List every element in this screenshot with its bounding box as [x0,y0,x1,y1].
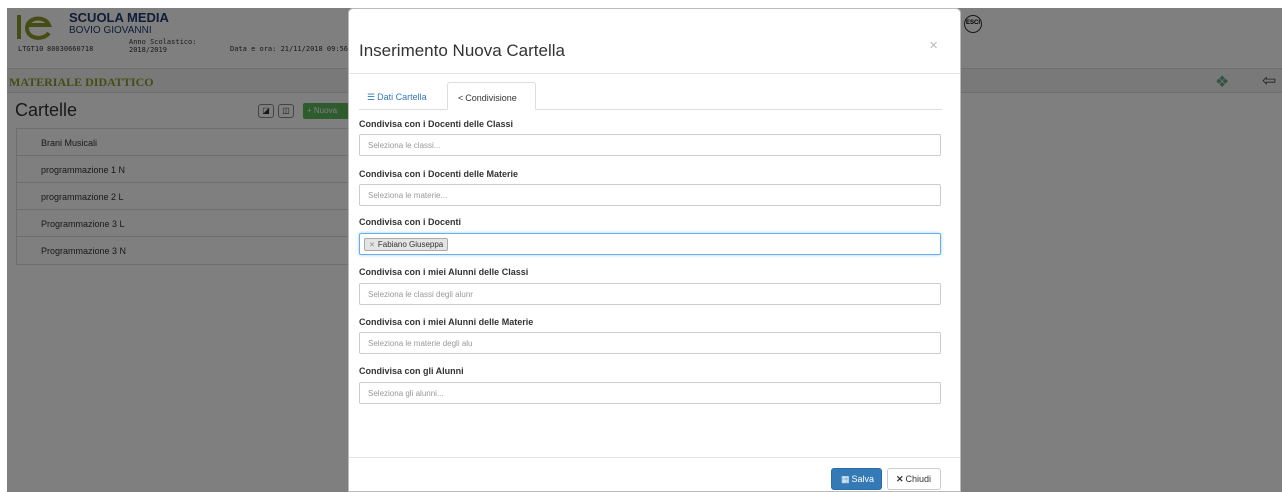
field-label: Condivisa con i miei Alunni delle Materi… [359,317,534,327]
materie-docenti-select[interactable]: Seleziona le materie... [359,184,941,206]
modal-header: Inserimento Nuova Cartella × [349,9,960,74]
modal-title: Inserimento Nuova Cartella [359,41,565,60]
floppy-icon: ▦ [841,474,850,484]
chip-label: Fabiano Giuseppa [377,240,444,249]
new-folder-modal: Inserimento Nuova Cartella × ☰ Dati Carte… [348,8,961,492]
field-label: Condivisa con i Docenti delle Materie [359,169,519,179]
share-icon: < [458,93,464,103]
materie-alunni-select[interactable]: Seleziona le materie degli alu [359,332,941,354]
field-label: Condivisa con i Docenti delle Classi [359,119,514,129]
docenti-select[interactable]: ✕ Fabiano Giuseppa [359,233,941,255]
alunni-select[interactable]: Seleziona gli alunni... [359,382,941,404]
field-label: Condivisa con i miei Alunni delle Classi [359,267,529,277]
modal-footer: ▦ Salva ✕ Chiudi [349,457,960,492]
tab-label: Condivisione [465,93,517,103]
field-label: Condivisa con gli Alunni [359,366,464,376]
save-button[interactable]: ▦ Salva [831,468,882,490]
selected-chip: ✕ Fabiano Giuseppa [364,238,449,251]
tab-condivisione[interactable]: < Condivisione [447,82,536,110]
close-button[interactable]: ✕ Chiudi [887,468,941,490]
field-label: Condivisa con i Docenti [359,217,462,227]
remove-chip-icon[interactable]: ✕ [369,242,375,249]
tab-dati-cartella[interactable]: ☰ Dati Cartella [359,82,445,110]
tab-label: Dati Cartella [377,92,427,102]
modal-tabs: ☰ Dati Cartella < Condivisione [359,82,942,110]
close-label: Chiudi [905,474,932,484]
save-label: Salva [851,474,875,484]
close-icon: ✕ [896,474,904,484]
classi-alunni-select[interactable]: Seleziona le classi degli alunr [359,283,941,305]
list-icon: ☰ [367,92,376,102]
classi-docenti-select[interactable]: Seleziona le classi... [359,134,941,156]
modal-close-button[interactable]: × [929,37,938,54]
